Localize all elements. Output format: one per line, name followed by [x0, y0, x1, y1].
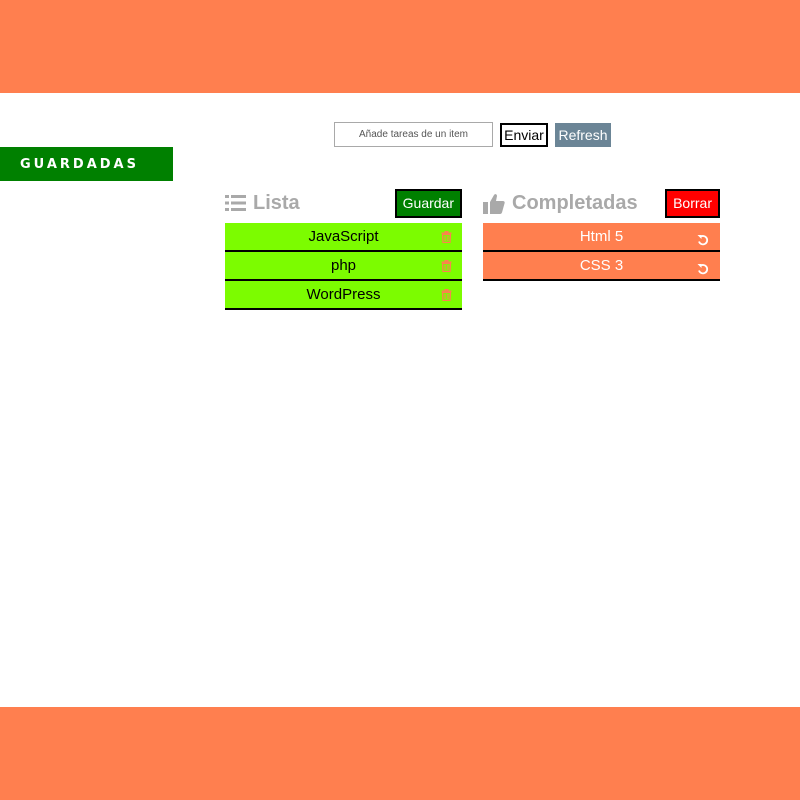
lista-items: JavaScript php WordPress: [225, 223, 462, 310]
list-item[interactable]: CSS 3: [483, 252, 720, 281]
undo-icon[interactable]: [697, 234, 709, 246]
list-item-label: CSS 3: [579, 257, 624, 274]
refresh-button[interactable]: Refresh: [555, 122, 611, 147]
list-item-label: php: [330, 257, 357, 274]
lista-header: Lista Guardar: [225, 188, 462, 218]
saved-tab-label: GUARDADAS: [20, 156, 139, 172]
completadas-panel: Completadas Borrar Html 5 CSS 3: [483, 188, 720, 281]
list-item[interactable]: WordPress: [225, 281, 462, 310]
lista-title: Lista: [225, 192, 300, 215]
completadas-title-text: Completadas: [512, 191, 638, 214]
list-item-label: JavaScript: [308, 228, 379, 245]
undo-icon[interactable]: [697, 263, 709, 275]
lista-panel: Lista Guardar JavaScript php WordPress: [225, 188, 462, 310]
list-item-label: Html 5: [579, 228, 624, 245]
lista-title-text: Lista: [253, 191, 300, 214]
list-icon: [225, 194, 246, 212]
save-button[interactable]: Guardar: [394, 188, 462, 218]
add-item-form: Enviar Refresh: [334, 122, 611, 147]
footer-band: [0, 707, 800, 800]
trash-icon[interactable]: [441, 230, 452, 243]
send-button[interactable]: Enviar: [500, 122, 548, 147]
list-item[interactable]: Html 5: [483, 223, 720, 252]
header-band: [0, 0, 800, 93]
delete-button[interactable]: Borrar: [665, 188, 720, 218]
completadas-title: Completadas: [483, 192, 638, 215]
completadas-header: Completadas Borrar: [483, 188, 720, 218]
trash-icon[interactable]: [441, 259, 452, 272]
list-item[interactable]: php: [225, 252, 462, 281]
thumbs-up-icon: [483, 193, 505, 214]
trash-icon[interactable]: [441, 288, 452, 301]
item-input[interactable]: [334, 122, 493, 147]
list-item[interactable]: JavaScript: [225, 223, 462, 252]
list-item-label: WordPress: [306, 286, 381, 303]
saved-tab[interactable]: GUARDADAS: [0, 147, 173, 181]
completadas-items: Html 5 CSS 3: [483, 223, 720, 281]
